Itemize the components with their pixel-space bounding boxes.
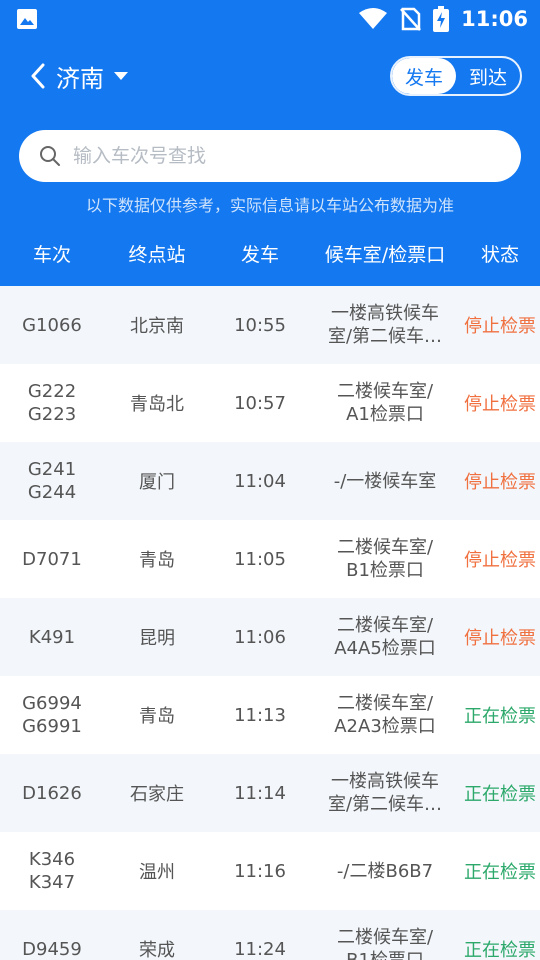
table-row[interactable]: G241 G244 厦门 11:04 -/一楼候车室 停止检票 bbox=[0, 442, 540, 520]
col-destination: 终点站 bbox=[128, 244, 186, 266]
status-badge: 停止检票 bbox=[464, 472, 536, 493]
waiting-room: -/二楼B6B7 bbox=[336, 860, 434, 882]
train-number: G1066 bbox=[22, 314, 82, 336]
train-number: G6994 G6991 bbox=[22, 693, 82, 737]
city-name[interactable]: 济南 bbox=[56, 59, 104, 94]
waiting-room: -/一楼候车室 bbox=[333, 470, 437, 492]
train-number: G241 G244 bbox=[27, 459, 77, 503]
col-waiting-room: 候车室/检票口 bbox=[324, 244, 446, 266]
destination: 昆明 bbox=[139, 628, 175, 649]
no-sim-icon bbox=[400, 7, 422, 31]
clock: 11:06 bbox=[461, 7, 528, 31]
status-badge: 正在检票 bbox=[464, 862, 536, 883]
header-area: 11:06 济南 发车 到达 以下数据仅供参考，实际信息请以车站公布数据为准 车… bbox=[0, 0, 540, 286]
departure-time: 11:16 bbox=[234, 860, 286, 882]
waiting-room: 二楼候车室/A4A5检票口 bbox=[334, 615, 436, 659]
departure-time: 11:13 bbox=[234, 704, 286, 726]
col-status: 状态 bbox=[480, 244, 519, 266]
waiting-room: 一楼高铁候车 室/第二候车… bbox=[327, 771, 443, 815]
table-row[interactable]: D9459 荣成 11:24 二楼候车室/B1检票口 正在检票 bbox=[0, 910, 540, 960]
train-search-input[interactable] bbox=[73, 145, 501, 167]
destination: 厦门 bbox=[139, 472, 175, 493]
train-number: D7071 bbox=[22, 548, 82, 570]
status-badge: 停止检票 bbox=[464, 316, 536, 337]
dropdown-caret-icon[interactable] bbox=[114, 71, 128, 81]
waiting-room: 二楼候车室/B1检票口 bbox=[336, 927, 434, 960]
status-badge: 正在检票 bbox=[464, 940, 536, 960]
waiting-room: 二楼候车室/A2A3检票口 bbox=[334, 693, 436, 737]
departure-time: 11:06 bbox=[234, 626, 286, 648]
destination: 青岛 bbox=[139, 550, 175, 571]
back-icon[interactable] bbox=[30, 63, 46, 89]
train-number: D1626 bbox=[22, 782, 82, 804]
train-number: D9459 bbox=[22, 938, 82, 960]
departure-time: 10:55 bbox=[234, 314, 286, 336]
destination: 青岛北 bbox=[130, 394, 184, 415]
destination: 荣成 bbox=[139, 940, 175, 960]
status-badge: 停止检票 bbox=[464, 628, 536, 649]
table-row[interactable]: G6994 G6991 青岛 11:13 二楼候车室/A2A3检票口 正在检票 bbox=[0, 676, 540, 754]
col-departure-time: 发车 bbox=[240, 244, 279, 266]
table-row[interactable]: K491 昆明 11:06 二楼候车室/A4A5检票口 停止检票 bbox=[0, 598, 540, 676]
departure-arrival-toggle: 发车 到达 bbox=[390, 56, 522, 96]
table-row[interactable]: K346 K347 温州 11:16 -/二楼B6B7 正在检票 bbox=[0, 832, 540, 910]
table-row[interactable]: G1066 北京南 10:55 一楼高铁候车 室/第二候车… 停止检票 bbox=[0, 286, 540, 364]
departure-time: 11:24 bbox=[234, 938, 286, 960]
table-header: 车次 终点站 发车 候车室/检票口 状态 bbox=[0, 240, 540, 276]
departure-time: 11:14 bbox=[234, 782, 286, 804]
table-row[interactable]: D7071 青岛 11:05 二楼候车室/B1检票口 停止检票 bbox=[0, 520, 540, 598]
city-selector[interactable]: 济南 bbox=[30, 59, 128, 94]
waiting-room: 二楼候车室/A1检票口 bbox=[336, 381, 434, 425]
status-badge: 停止检票 bbox=[464, 394, 536, 415]
destination: 青岛 bbox=[139, 706, 175, 727]
destination: 石家庄 bbox=[130, 784, 184, 805]
wifi-icon bbox=[359, 8, 388, 29]
status-badge: 正在检票 bbox=[464, 706, 536, 727]
departure-time: 11:04 bbox=[234, 470, 286, 492]
table-row[interactable]: D1626 石家庄 11:14 一楼高铁候车 室/第二候车… 正在检票 bbox=[0, 754, 540, 832]
waiting-room: 一楼高铁候车 室/第二候车… bbox=[327, 303, 443, 347]
search-bar[interactable] bbox=[19, 130, 521, 182]
destination: 北京南 bbox=[130, 316, 184, 337]
departure-time: 10:57 bbox=[234, 392, 286, 414]
waiting-room: 二楼候车室/B1检票口 bbox=[336, 537, 434, 581]
disclaimer-text: 以下数据仅供参考，实际信息请以车站公布数据为准 bbox=[85, 196, 454, 215]
tab-arrival[interactable]: 到达 bbox=[456, 58, 520, 94]
tab-departure[interactable]: 发车 bbox=[392, 58, 456, 94]
search-icon bbox=[40, 146, 60, 166]
nav-bar: 济南 发车 到达 bbox=[0, 38, 540, 114]
train-number: G222 G223 bbox=[27, 381, 77, 425]
battery-charging-icon bbox=[433, 6, 450, 32]
train-number: K491 bbox=[28, 626, 76, 648]
status-badge: 停止检票 bbox=[464, 550, 536, 571]
status-bar: 11:06 bbox=[0, 0, 540, 38]
train-list: G1066 北京南 10:55 一楼高铁候车 室/第二候车… 停止检票 G222 G… bbox=[0, 286, 540, 960]
table-row[interactable]: G222 G223 青岛北 10:57 二楼候车室/A1检票口 停止检票 bbox=[0, 364, 540, 442]
destination: 温州 bbox=[139, 862, 175, 883]
train-number: K346 K347 bbox=[28, 849, 76, 893]
status-badge: 正在检票 bbox=[464, 784, 536, 805]
col-train: 车次 bbox=[32, 244, 71, 266]
departure-time: 11:05 bbox=[234, 548, 286, 570]
image-icon bbox=[17, 9, 37, 29]
